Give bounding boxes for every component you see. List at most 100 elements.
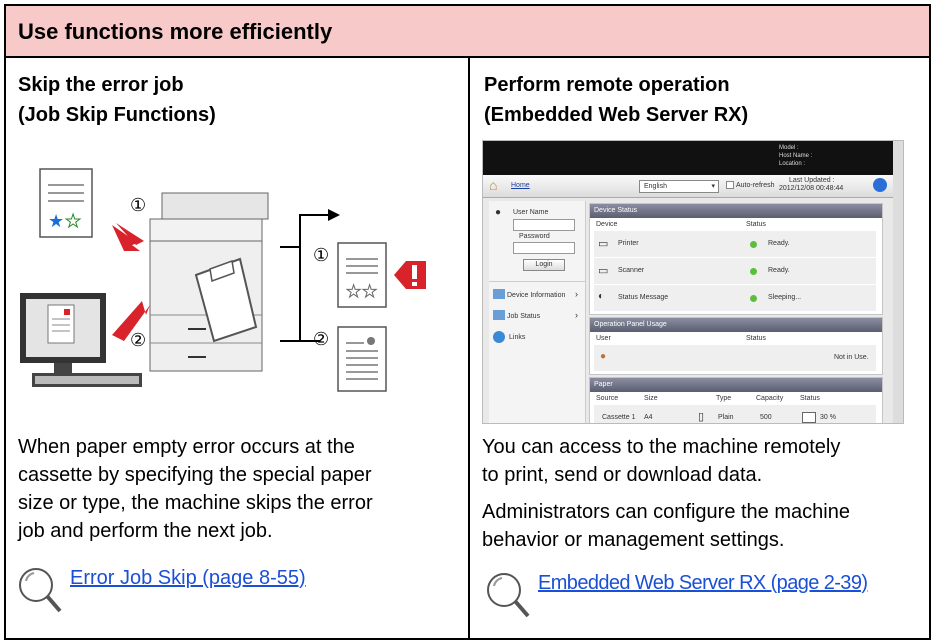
password-input[interactable] [513, 242, 575, 254]
paper-type: Plain [718, 414, 734, 421]
globe-icon [493, 331, 505, 343]
message-icon: ◐ [598, 291, 605, 302]
info-host: Host Name : [779, 153, 813, 159]
device-name: Printer [618, 240, 639, 247]
job-status-icon [493, 310, 505, 320]
svg-text:★: ★ [65, 211, 81, 231]
table-row: Cassette 1 A4 ▯ Plain 500 30 % [594, 404, 876, 423]
col-source: Source [596, 395, 619, 402]
marker-2: ② [130, 330, 146, 350]
description-line: job and perform the next job. [18, 520, 273, 542]
status-dot [750, 268, 757, 275]
user-icon: ● [495, 207, 502, 218]
job-skip-title-line2: (Job Skip Functions) [18, 104, 216, 126]
table-row: ▭ Scanner Ready. [594, 257, 876, 284]
paper-capacity: 500 [760, 414, 772, 421]
embedded-web-server-link[interactable]: Embedded Web Server RX (page 2-39) [538, 572, 868, 595]
user-name-label: User Name [513, 209, 549, 216]
svg-text:★: ★ [346, 282, 361, 301]
device-status-title: Device Status [590, 204, 882, 218]
job-skip-title-line1: Skip the error job [18, 74, 184, 96]
col-capacity: Capacity [756, 395, 784, 402]
printer-icon: ▭ [598, 238, 609, 250]
paper-status: 30 % [820, 414, 836, 421]
scanner-icon: ▭ [598, 265, 609, 277]
language-select[interactable]: English ▾ [639, 180, 719, 193]
printer-icon [149, 192, 269, 372]
chevron-right-icon: › [575, 310, 578, 320]
language-value: English [644, 183, 667, 190]
error-job-skip-link[interactable]: Error Job Skip (page 8-55) [70, 567, 306, 590]
user-icon: ● [600, 351, 607, 362]
remote-title-line1: Perform remote operation [484, 74, 730, 96]
magnifier-icon [19, 568, 62, 613]
web-server-toolbar: ⌂ Home English ▾ Auto-refresh Last Updat… [483, 175, 893, 198]
remote-description-2: Administrators can configure the machine… [482, 498, 850, 554]
description-line: When paper empty error occurs at the [18, 436, 355, 458]
output-marker-2: ② [313, 329, 329, 349]
device-status: Ready. [768, 240, 790, 247]
col-device: Device [596, 221, 618, 228]
remote-description-1: You can access to the machine remotely t… [482, 433, 840, 489]
output-stars-page-icon: ★ ★ [337, 242, 387, 308]
col-status: Status [800, 395, 820, 402]
nav-job-status[interactable]: Job Status [507, 313, 540, 320]
operation-panel-usage: Operation Panel Usage User Status ● Not … [589, 317, 883, 375]
job-skip-illustration: ★ ★ ① ② ① ★ ★ ② [20, 168, 426, 392]
web-server-screenshot: Model : Host Name : Location : ⌂ Home En… [482, 140, 904, 424]
info-location: Location : [779, 161, 806, 167]
auto-refresh-checkbox[interactable] [726, 181, 734, 189]
svg-text:★: ★ [48, 211, 64, 231]
table-row: ◐ Status Message Sleeping... [594, 284, 876, 311]
description-line: to print, send or download data. [482, 464, 763, 486]
paper-title: Paper [590, 378, 882, 392]
nav-device-information[interactable]: Device Information [507, 292, 565, 299]
output-document-page-icon [337, 326, 387, 392]
chevron-down-icon: ▾ [711, 183, 715, 190]
nav-links[interactable]: Links [509, 334, 525, 341]
paper-size: A4 [644, 414, 653, 421]
marker-1: ① [130, 195, 146, 215]
table-row: ● Not in Use. [594, 344, 876, 371]
web-server-sidebar: ● User Name Password Login Device Inform… [489, 201, 586, 423]
status-dot [750, 295, 757, 302]
user-name-input[interactable] [513, 219, 575, 231]
col-size: Size [644, 395, 658, 402]
output-flow-lines [280, 209, 340, 342]
last-updated-value: 2012/12/08 00:48:44 [779, 185, 844, 192]
paper-level-icon [802, 412, 816, 423]
paper-icon: ▯ [698, 411, 705, 423]
error-alert-icon [394, 261, 426, 289]
job-skip-description: When paper empty error occurs at the cas… [18, 433, 373, 545]
col-type: Type [716, 395, 732, 402]
refresh-icon[interactable] [873, 178, 887, 192]
svg-text:★: ★ [362, 282, 377, 301]
device-info: Model : Host Name : Location : [779, 144, 812, 168]
password-label: Password [519, 233, 550, 240]
device-status: Sleeping... [768, 294, 802, 301]
login-button[interactable]: Login [523, 259, 565, 271]
col-status: Status [746, 221, 766, 228]
auto-refresh-label: Auto-refresh [736, 182, 775, 189]
remote-operation-title: Perform remote operation (Embedded Web S… [484, 70, 748, 130]
col-status: Status [746, 335, 766, 342]
document-stars-icon: ★ ★ [39, 168, 93, 238]
magnifier-icon [487, 573, 530, 618]
paper-panel: Paper Source Size Type Capacity Status C… [589, 377, 883, 423]
description-line: cassette by specifying the special paper [18, 464, 372, 486]
output-marker-1: ① [313, 245, 329, 265]
table-row: ▭ Printer Ready. [594, 230, 876, 257]
home-link[interactable]: Home [511, 182, 530, 189]
job-skip-title: Skip the error job (Job Skip Functions) [18, 70, 216, 130]
device-status-panel: Device Status Device Status ▭ Printer Re… [589, 203, 883, 315]
description-line: Administrators can configure the machine [482, 501, 850, 523]
scrollbar[interactable] [893, 141, 903, 423]
home-icon[interactable]: ⌂ [489, 177, 497, 193]
paper-source: Cassette 1 [602, 414, 636, 421]
description-line: behavior or management settings. [482, 529, 785, 551]
op-panel-title: Operation Panel Usage [590, 318, 882, 332]
device-name: Status Message [618, 294, 669, 301]
status-dot [750, 241, 757, 248]
description-line: You can access to the machine remotely [482, 436, 841, 458]
web-server-topbar: Model : Host Name : Location : [483, 141, 903, 175]
